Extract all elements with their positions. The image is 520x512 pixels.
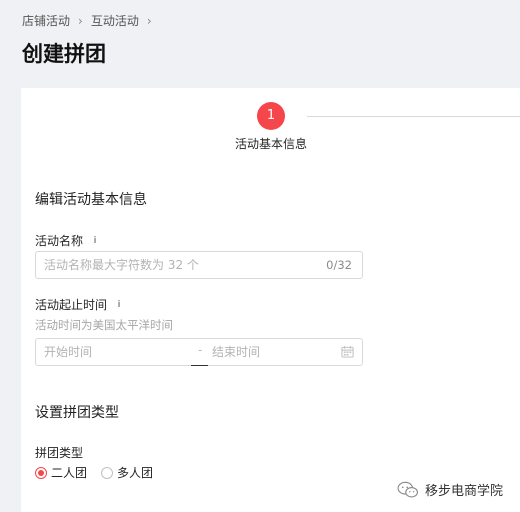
wechat-icon xyxy=(397,481,418,497)
radio-multi-person-group[interactable]: 多人团 xyxy=(101,464,153,481)
range-separator: - xyxy=(198,343,203,357)
end-time-input[interactable] xyxy=(212,343,342,361)
watermark-text: 移步电商学院 xyxy=(425,484,504,499)
page-title: 创建拼团 xyxy=(22,42,106,66)
group-type-label: 拼团类型 xyxy=(35,446,84,460)
form-card: 1 活动基本信息 编辑活动基本信息 活动名称 i 0/32 活动起止时间 i 活… xyxy=(21,88,520,512)
step-connector-line xyxy=(307,116,520,117)
watermark: 移步电商学院 xyxy=(397,480,503,499)
radio-checked-icon[interactable] xyxy=(35,466,47,479)
info-icon[interactable]: i xyxy=(113,299,125,311)
info-icon[interactable]: i xyxy=(89,235,101,247)
activity-name-input-box[interactable]: 0/32 xyxy=(35,251,363,279)
radio-label: 多人团 xyxy=(117,466,154,480)
timezone-hint: 活动时间为美国太平洋时间 xyxy=(35,318,173,332)
activity-name-label-text: 活动名称 xyxy=(35,234,84,248)
char-counter: 0/32 xyxy=(326,258,352,272)
group-type-radio-group: 二人团 多人团 xyxy=(35,464,167,481)
range-separator-underline xyxy=(191,365,208,366)
step-label: 活动基本信息 xyxy=(234,137,307,151)
activity-time-label-text: 活动起止时间 xyxy=(35,298,108,312)
start-time-input[interactable] xyxy=(44,343,174,361)
activity-time-label: 活动起止时间 i xyxy=(35,296,125,313)
step-number: 1 xyxy=(257,102,285,130)
date-range-picker[interactable]: - xyxy=(35,338,363,366)
breadcrumb-item-store-activity[interactable]: 店铺活动 xyxy=(22,12,70,29)
radio-unchecked-icon[interactable] xyxy=(101,466,114,479)
breadcrumb-separator: › xyxy=(146,13,152,28)
section-title-group-type: 设置拼团类型 xyxy=(35,405,119,421)
breadcrumb-item-interactive-activity[interactable]: 互动活动 xyxy=(91,12,139,29)
section-title-basic-info: 编辑活动基本信息 xyxy=(35,192,147,208)
radio-two-person-group[interactable]: 二人团 xyxy=(35,464,87,481)
activity-name-input[interactable] xyxy=(44,256,314,274)
calendar-icon[interactable] xyxy=(341,345,354,358)
breadcrumb: 店铺活动 › 互动活动 › xyxy=(22,12,160,29)
activity-name-label: 活动名称 i xyxy=(35,232,101,249)
breadcrumb-separator: › xyxy=(78,13,83,28)
radio-label: 二人团 xyxy=(51,466,88,480)
